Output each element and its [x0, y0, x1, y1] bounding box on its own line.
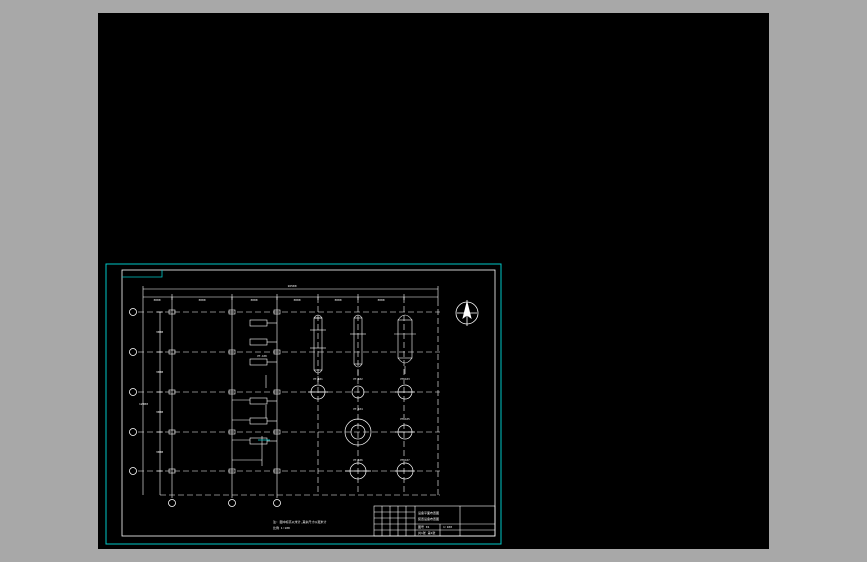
drawing-note-2: 比例 1:100: [273, 525, 290, 530]
axis-bubble-row-1: [129, 308, 137, 316]
title-block-texts: 设备平面布置图 装置设备布置图 图号 01 1:100 共1张 第1张: [418, 510, 452, 535]
equipment-tag-4: PT-104: [353, 407, 363, 411]
vertical-drum: [394, 314, 416, 374]
top-dimensions: [142, 286, 439, 300]
pump-equipment: [232, 319, 277, 466]
drawing-note-1: 注: 图中标高以米计,其余尺寸以毫米计: [273, 519, 326, 524]
vertical-grid-lines: [171, 297, 278, 498]
axis-bubble-row-3: [129, 388, 137, 396]
axis-bubble-row-4: [129, 428, 137, 436]
sheet-frame: [105, 263, 502, 545]
equipment-tag-1: PT-101: [313, 377, 323, 381]
row-dim-4: 3000: [156, 450, 163, 454]
equipment-tag-2: PT-102: [353, 377, 363, 381]
north-arrow-icon: [455, 300, 479, 326]
title-scale: 1:100: [443, 525, 452, 529]
grid-dim-4: 3000: [293, 298, 300, 302]
grid-dim-1: 3000: [153, 298, 160, 302]
sheet-tab: [122, 270, 163, 278]
row-dim-total: 12000: [139, 402, 148, 406]
title-line-1: 设备平面布置图: [418, 510, 439, 515]
inner-border: [121, 269, 496, 537]
equipment-tag-5: PT-105: [400, 417, 410, 421]
pump-3: [249, 358, 268, 366]
grid-dim-6: 3000: [377, 298, 384, 302]
grid-dim-3: 3000: [250, 298, 257, 302]
pump-2: [249, 338, 268, 346]
title-line-2: 装置设备布置图: [418, 516, 439, 521]
axis-bubble-col-1: [168, 499, 176, 507]
cad-drawing: 16500 3000 3000 3000 3000 3000 3000 3000…: [105, 263, 502, 545]
vessel-plan-circles: [308, 384, 415, 480]
column-nodes: [168, 309, 281, 474]
outer-border: [105, 263, 502, 545]
row-axis-bubbles: [129, 308, 137, 475]
axis-bubble-row-2: [129, 348, 137, 356]
equipment-tag-7: PT-107: [400, 458, 410, 462]
row-dim-2: 3000: [156, 370, 163, 374]
pump-6: [249, 437, 268, 445]
horizontal-grid-lines: [138, 311, 440, 496]
overall-dimension-text: 16500: [287, 284, 296, 288]
pump-1: [249, 319, 268, 327]
equipment-tag-6: PT-106: [353, 458, 363, 462]
pump-5: [249, 417, 268, 425]
axis-bubble-row-5: [129, 467, 137, 475]
equipment-tag-8: PT-108: [257, 354, 267, 358]
equipment-tag-3: PT-103: [400, 377, 410, 381]
pump-4: [249, 397, 268, 405]
vertical-grid-lines-dashed: [317, 297, 439, 495]
grid-dimension-texts: 3000 3000 3000 3000 3000 3000: [153, 298, 384, 302]
axis-bubble-col-3: [273, 499, 281, 507]
grid-dim-5: 3000: [334, 298, 341, 302]
axis-bubble-col-2: [228, 499, 236, 507]
equipment-tags: PT-101 PT-102 PT-103 PT-104 PT-105 PT-10…: [257, 354, 410, 462]
grid-dim-2: 3000: [198, 298, 205, 302]
title-drawing-no: 图号 01: [418, 524, 430, 529]
column-axis-bubbles: [168, 499, 281, 507]
title-sheet: 共1张 第1张: [418, 530, 435, 535]
row-dim-1: 3000: [156, 330, 163, 334]
tower-vessels: [310, 314, 416, 382]
row-dim-3: 3000: [156, 410, 163, 414]
